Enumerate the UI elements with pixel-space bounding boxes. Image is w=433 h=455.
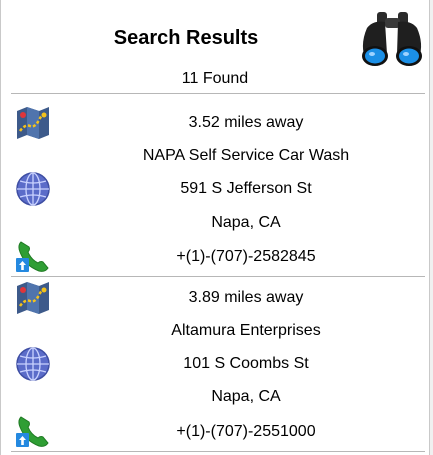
results-header: Search Results 11 Found: [1, 0, 429, 94]
page-title: Search Results: [113, 27, 259, 49]
search-results-panel: Search Results 11 Found 3.52 miles away …: [0, 0, 430, 455]
divider: [11, 93, 425, 94]
result-distance: 3.52 miles away: [188, 114, 304, 131]
map-icon[interactable]: [15, 279, 51, 315]
map-icon[interactable]: [15, 104, 51, 140]
divider: [11, 451, 425, 452]
result-street: 591 S Jefferson St: [180, 180, 312, 197]
result-phone[interactable]: +(1)-(707)-2582845: [63, 247, 429, 267]
phone-icon[interactable]: [15, 238, 51, 274]
globe-icon[interactable]: [15, 171, 51, 207]
result-item[interactable]: 3.52 miles away NAPA Self Service Car Wa…: [1, 104, 429, 279]
phone-icon[interactable]: [15, 413, 51, 449]
result-name: NAPA Self Service Car Wash: [142, 147, 350, 164]
binoculars-icon[interactable]: [357, 6, 427, 74]
result-name: Altamura Enterprises: [171, 322, 321, 339]
result-street: 101 S Coombs St: [183, 355, 309, 372]
divider: [11, 276, 425, 277]
results-count: 11 Found: [181, 70, 249, 87]
result-city: Napa, CA: [211, 214, 281, 231]
result-city: Napa, CA: [211, 388, 281, 405]
result-phone[interactable]: +(1)-(707)-2551000: [63, 422, 429, 442]
globe-icon[interactable]: [15, 346, 51, 382]
result-distance: 3.89 miles away: [188, 289, 304, 306]
result-item[interactable]: 3.89 miles away Altamura Enterprises 101…: [1, 279, 429, 454]
